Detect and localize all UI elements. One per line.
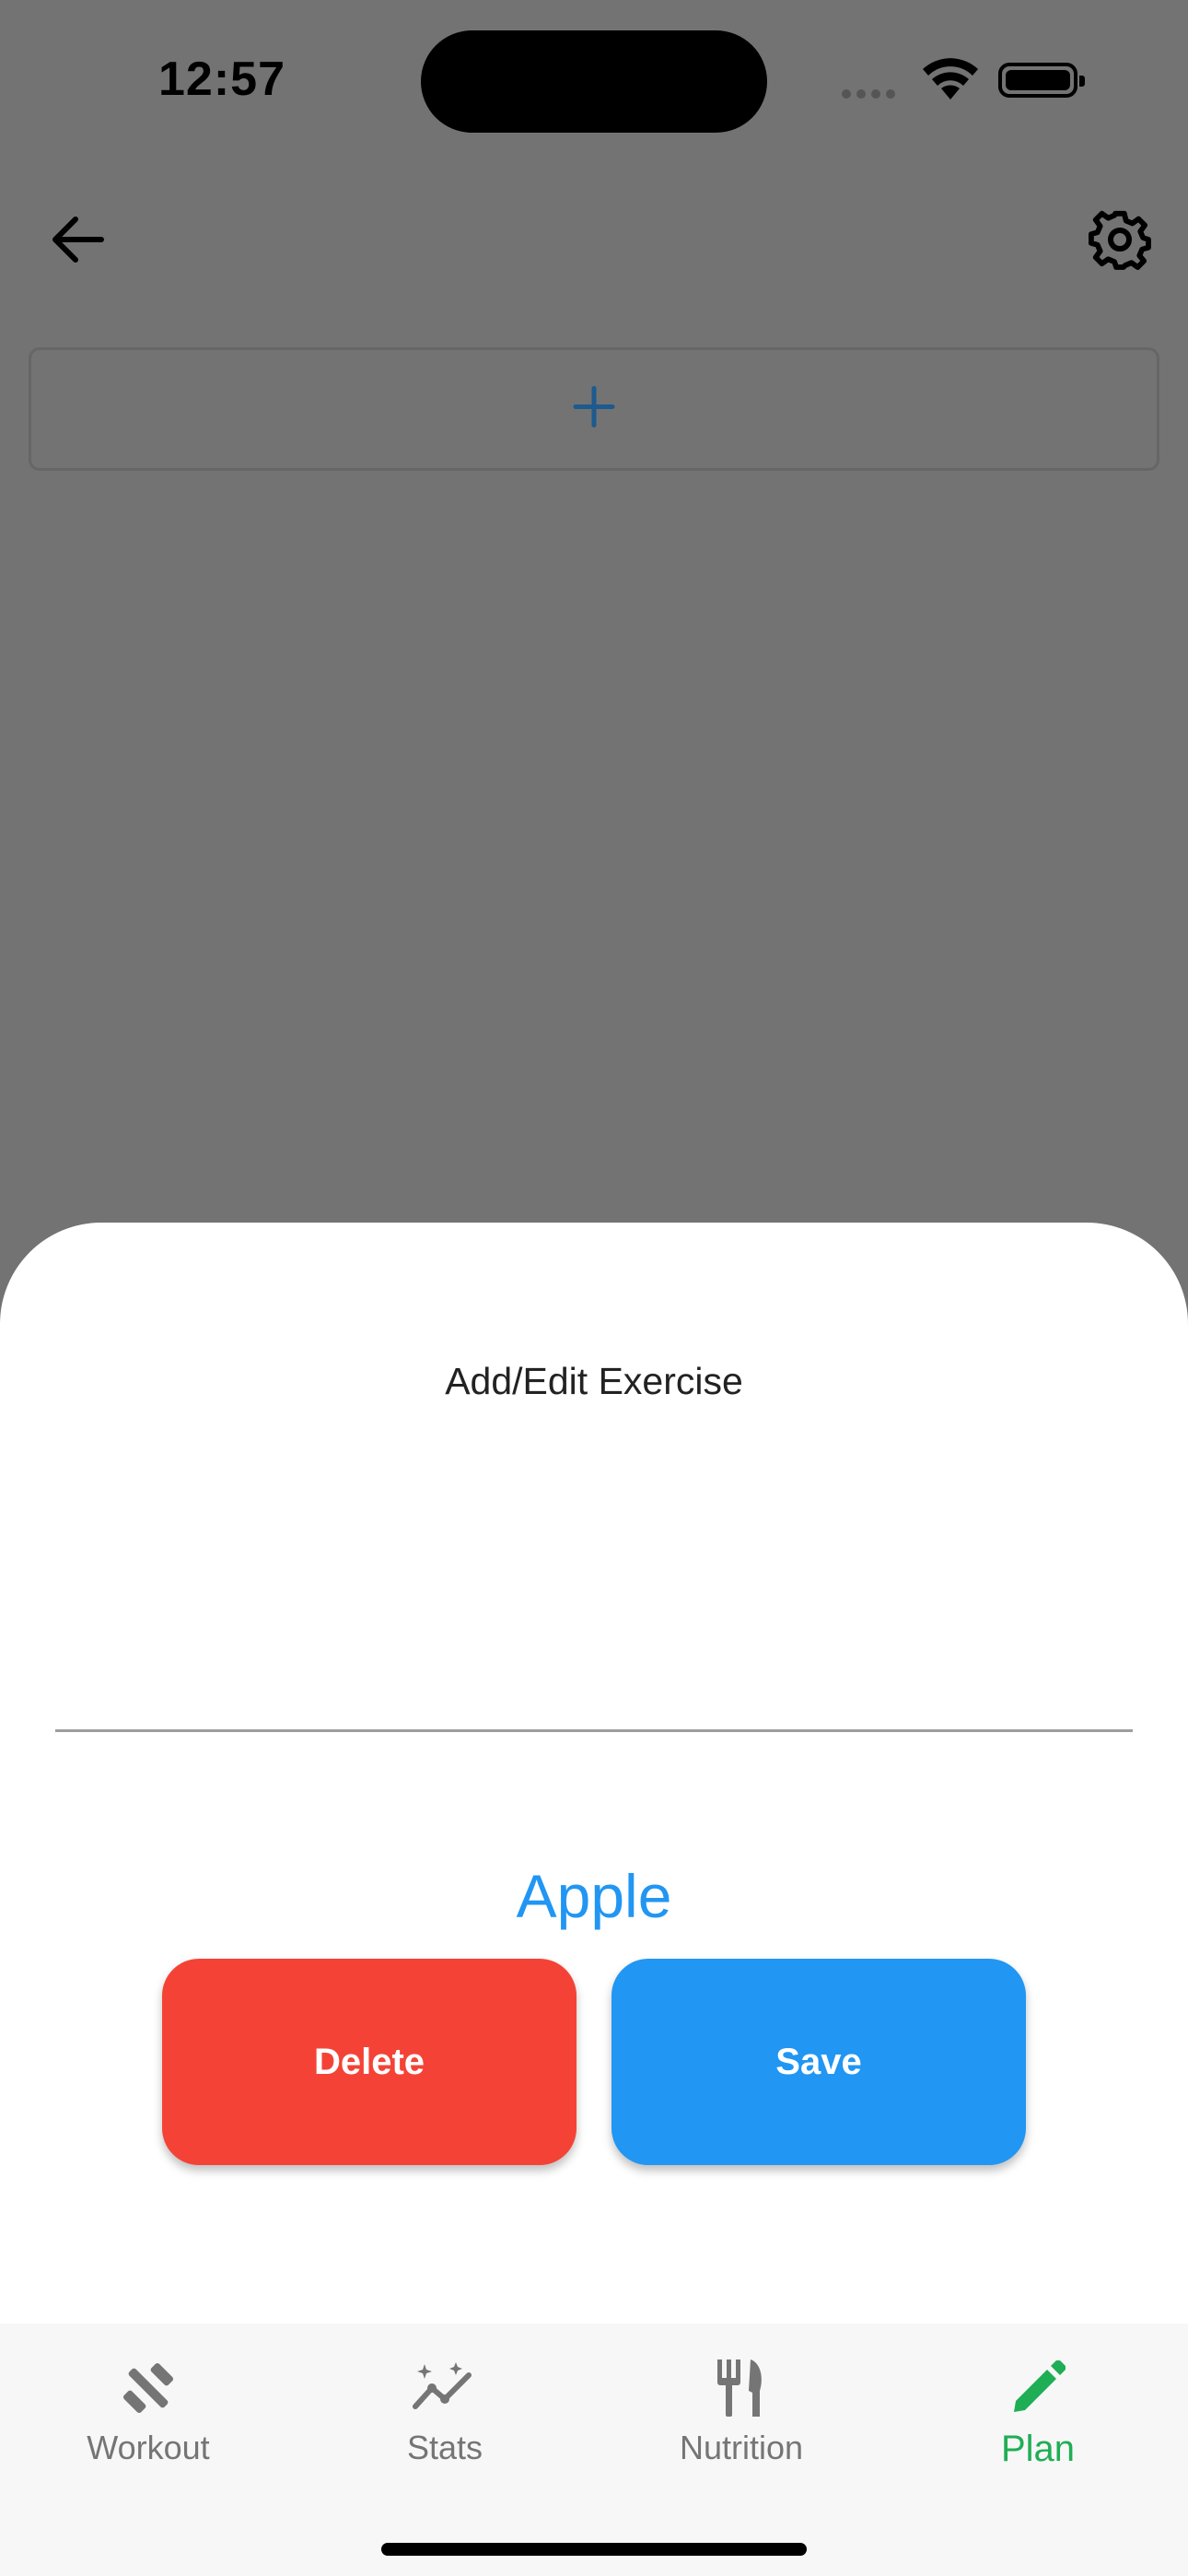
home-indicator[interactable]	[381, 2543, 807, 2556]
nav-label: Stats	[406, 2429, 483, 2466]
plus-icon	[572, 385, 616, 434]
wifi-icon	[921, 57, 980, 106]
fork-knife-icon	[593, 2351, 890, 2425]
pencil-icon	[890, 2351, 1186, 2425]
cellular-signal-icon	[842, 87, 901, 103]
stats-sparkle-icon	[297, 2351, 593, 2425]
dumbbell-icon	[0, 2351, 297, 2425]
settings-gear-icon[interactable]	[1089, 208, 1151, 271]
nav-item-workout[interactable]: Workout	[0, 2351, 297, 2467]
nav-label: Workout	[87, 2429, 210, 2466]
dynamic-island	[421, 30, 767, 133]
nav-label: Nutrition	[679, 2429, 804, 2466]
bottom-navigation: Workout Stats Nutrition Plan	[0, 2324, 1188, 2576]
delete-button[interactable]: Delete	[162, 1959, 577, 2165]
battery-icon	[998, 63, 1085, 98]
exercise-name-input[interactable]	[55, 1474, 1133, 1732]
nav-item-plan[interactable]: Plan	[890, 2351, 1186, 2470]
nav-item-stats[interactable]: Stats	[297, 2351, 593, 2467]
save-button[interactable]: Save	[611, 1959, 1026, 2165]
back-arrow-icon[interactable]	[48, 210, 107, 269]
add-exercise-button[interactable]	[29, 347, 1159, 471]
status-time: 12:57	[158, 53, 285, 106]
selected-value-text[interactable]: Apple	[0, 1861, 1188, 1931]
sheet-title: Add/Edit Exercise	[445, 1360, 743, 1402]
nav-label: Plan	[1000, 2429, 1076, 2469]
nav-item-nutrition[interactable]: Nutrition	[593, 2351, 890, 2467]
